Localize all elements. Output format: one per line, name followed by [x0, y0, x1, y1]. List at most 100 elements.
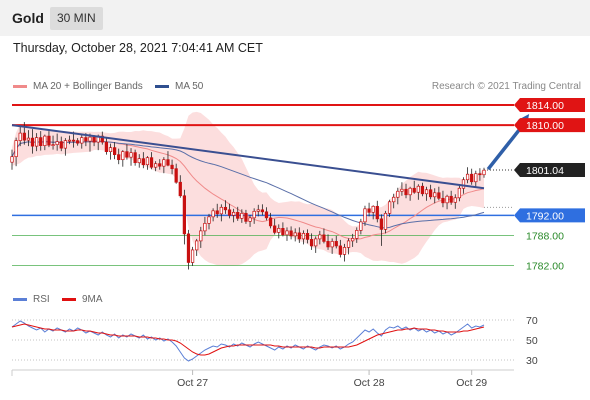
candle-body: [314, 238, 318, 247]
candle-body: [482, 169, 486, 176]
candle-body: [117, 154, 121, 161]
x-axis-label: Oct 28: [354, 377, 385, 389]
rsi-tick-label: 70: [526, 315, 538, 327]
price-label-text: 1782.00: [526, 260, 564, 272]
rsi-tick-label: 30: [526, 355, 538, 367]
candle-body: [273, 225, 277, 233]
candle-body: [199, 230, 203, 242]
candle-body: [400, 188, 404, 192]
candle-body: [309, 239, 314, 247]
candle-body: [178, 181, 182, 197]
candle-body: [470, 173, 474, 183]
candle-body: [67, 139, 72, 142]
candle-body: [240, 212, 244, 219]
candle-body: [244, 212, 248, 222]
candle-body: [88, 136, 92, 142]
candle-body: [375, 205, 379, 220]
candle-body: [104, 141, 109, 153]
price-label-text: 1792.00: [526, 210, 564, 222]
candle-body: [76, 140, 80, 144]
candle-body: [351, 238, 355, 242]
price-label-text: 1814.00: [526, 100, 564, 112]
x-axis-label: Oct 29: [456, 377, 487, 389]
candle-body: [63, 140, 67, 149]
candle-body: [371, 205, 375, 213]
candle-body: [121, 151, 125, 161]
candle-body: [285, 230, 289, 236]
candle-body: [43, 135, 47, 146]
candle-body: [433, 192, 437, 198]
candle-body: [236, 211, 240, 219]
candle-body: [465, 173, 470, 181]
candle-body: [424, 189, 429, 195]
candle-body: [232, 211, 236, 216]
candle-body: [35, 137, 39, 147]
candle-body: [318, 234, 322, 240]
candle-body: [256, 209, 260, 212]
candle-body: [219, 206, 223, 215]
rsi-tick-label: 50: [526, 335, 538, 347]
candle-body: [416, 185, 420, 193]
candle-body: [92, 136, 96, 143]
candle-body: [162, 159, 166, 167]
candle-body: [326, 241, 330, 248]
candle-body: [396, 190, 400, 198]
price-chart[interactable]: 1814.00 1810.00 1801.04 1792.00 1788.00 1782.…: [0, 0, 590, 400]
candle: [314, 236, 318, 253]
candle-body: [125, 151, 129, 158]
candle: [182, 189, 187, 245]
candle-body: [211, 210, 215, 218]
candle-body: [289, 230, 293, 237]
candle-body: [445, 195, 449, 204]
candle-body: [129, 152, 133, 158]
candle-body: [18, 132, 22, 141]
price-label-text: 1801.04: [526, 165, 564, 177]
candle-body: [330, 241, 334, 248]
candle-body: [227, 209, 232, 216]
candle-body: [170, 164, 174, 170]
candle: [195, 238, 199, 256]
candle-body: [248, 217, 252, 222]
candle-body: [383, 212, 388, 230]
candle-body: [277, 228, 281, 233]
candle-body: [293, 232, 297, 237]
candle-body: [166, 159, 170, 166]
price-label-text: 1788.00: [526, 230, 564, 242]
candle-body: [355, 230, 359, 239]
candle-body: [133, 152, 137, 164]
candle-body: [437, 192, 441, 199]
candle-body: [195, 240, 199, 251]
candle: [121, 150, 125, 167]
candle-body: [334, 241, 338, 247]
candle-body: [14, 140, 18, 158]
candle-body: [281, 228, 285, 236]
candle-body: [252, 210, 256, 219]
candle-body: [301, 233, 306, 240]
candle-body: [453, 197, 457, 203]
candle-body: [174, 168, 178, 183]
candle-body: [404, 188, 408, 196]
candle-body: [51, 144, 55, 146]
candle-body: [137, 158, 141, 164]
candle-body: [322, 234, 326, 242]
candle-body: [26, 137, 31, 141]
candle-body: [412, 187, 416, 193]
candle-body: [297, 232, 301, 240]
candle-body: [59, 141, 63, 149]
candle-body: [264, 211, 269, 219]
price-labels: 1814.00 1810.00 1801.04 1792.00 1788.00 1782.…: [514, 98, 585, 272]
candle-body: [363, 208, 367, 223]
candle-body: [84, 137, 88, 142]
candle-body: [141, 158, 145, 166]
candle-body: [268, 217, 273, 227]
candle-body: [342, 247, 347, 255]
candle: [375, 200, 379, 223]
candle: [190, 246, 195, 266]
candle-body: [154, 163, 158, 168]
rsi-line: [11, 320, 485, 362]
candle-body: [149, 157, 154, 168]
rsi-panel: 70 50 30: [11, 315, 538, 367]
candle-body: [112, 147, 117, 156]
candle-body: [30, 137, 35, 147]
candle-body: [429, 189, 433, 198]
